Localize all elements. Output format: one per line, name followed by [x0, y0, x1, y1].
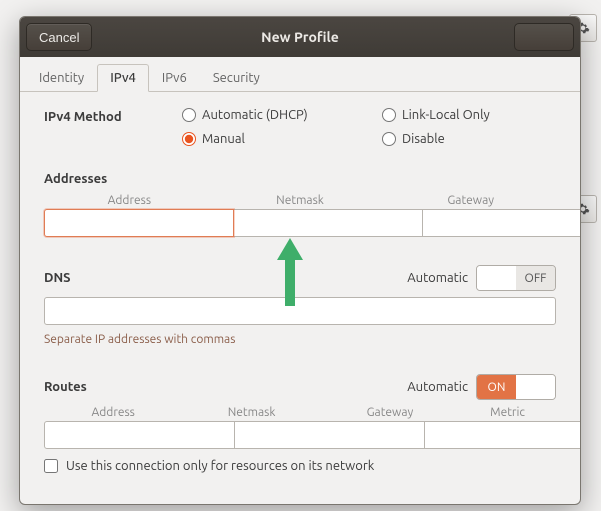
routes-toggle-on-half: ON [477, 375, 516, 399]
routes-col-metric: Metric [459, 406, 556, 419]
profile-dialog: Cancel New Profile Identity IPv4 IPv6 Se… [19, 16, 581, 505]
routes-col-address: Address [44, 406, 182, 419]
radio-automatic-dhcp[interactable]: Automatic (DHCP) [182, 108, 382, 122]
radio-manual-input[interactable] [182, 132, 196, 146]
radio-disable[interactable]: Disable [382, 132, 490, 146]
routes-col-gateway: Gateway [321, 406, 459, 419]
routes-col-netmask: Netmask [182, 406, 320, 419]
routes-header: Address Netmask Gateway Metric [44, 406, 556, 419]
radio-link-local-label: Link-Local Only [402, 108, 490, 122]
tab-bar: Identity IPv4 IPv6 Security [20, 57, 580, 92]
tab-security[interactable]: Security [200, 64, 273, 92]
netmask-input[interactable] [234, 209, 423, 237]
cancel-button[interactable]: Cancel [26, 23, 92, 51]
radio-automatic-dhcp-label: Automatic (DHCP) [202, 108, 308, 122]
only-resources-row[interactable]: Use this connection only for resources o… [44, 459, 556, 473]
col-address: Address [44, 194, 215, 207]
col-netmask: Netmask [215, 194, 386, 207]
tab-identity[interactable]: Identity [26, 64, 97, 92]
ipv4-method-label: IPv4 Method [44, 108, 182, 124]
dns-automatic-label: Automatic [407, 271, 468, 285]
dns-toggle-off-half: OFF [516, 266, 555, 290]
tab-content: IPv4 Method Automatic (DHCP) Link-Local … [20, 92, 580, 505]
radio-automatic-dhcp-input[interactable] [182, 108, 196, 122]
only-resources-label: Use this connection only for resources o… [66, 459, 374, 473]
dns-toggle-on-half: ON [477, 266, 516, 290]
addresses-row [44, 209, 556, 237]
radio-link-local-input[interactable] [382, 108, 396, 122]
route-netmask-input[interactable] [235, 421, 425, 449]
dns-title: DNS [44, 271, 71, 285]
radio-link-local[interactable]: Link-Local Only [382, 108, 490, 122]
radio-disable-label: Disable [402, 132, 445, 146]
radio-disable-input[interactable] [382, 132, 396, 146]
address-input[interactable] [44, 209, 234, 237]
routes-automatic-label: Automatic [407, 380, 468, 394]
dialog-title: New Profile [20, 29, 580, 45]
route-gateway-input[interactable] [425, 421, 580, 449]
dns-automatic-toggle[interactable]: ON OFF [476, 265, 556, 291]
routes-title: Routes [44, 380, 87, 394]
gateway-input[interactable] [423, 209, 580, 237]
only-resources-checkbox[interactable] [44, 459, 58, 473]
titlebar: Cancel New Profile [20, 17, 580, 57]
addresses-title: Addresses [44, 172, 556, 186]
titlebar-right-spacer [514, 23, 574, 51]
addresses-header: Address Netmask Gateway [44, 194, 556, 207]
routes-row [44, 421, 556, 449]
routes-toggle-off-half: OFF [516, 375, 555, 399]
tab-ipv4[interactable]: IPv4 [97, 64, 149, 92]
radio-manual[interactable]: Manual [182, 132, 382, 146]
routes-automatic-toggle[interactable]: ON OFF [476, 374, 556, 400]
tab-ipv6[interactable]: IPv6 [149, 64, 200, 92]
col-gateway: Gateway [385, 194, 556, 207]
radio-manual-label: Manual [202, 132, 245, 146]
route-address-input[interactable] [44, 421, 235, 449]
dns-input[interactable] [44, 297, 556, 325]
dns-hint: Separate IP addresses with commas [44, 333, 556, 346]
